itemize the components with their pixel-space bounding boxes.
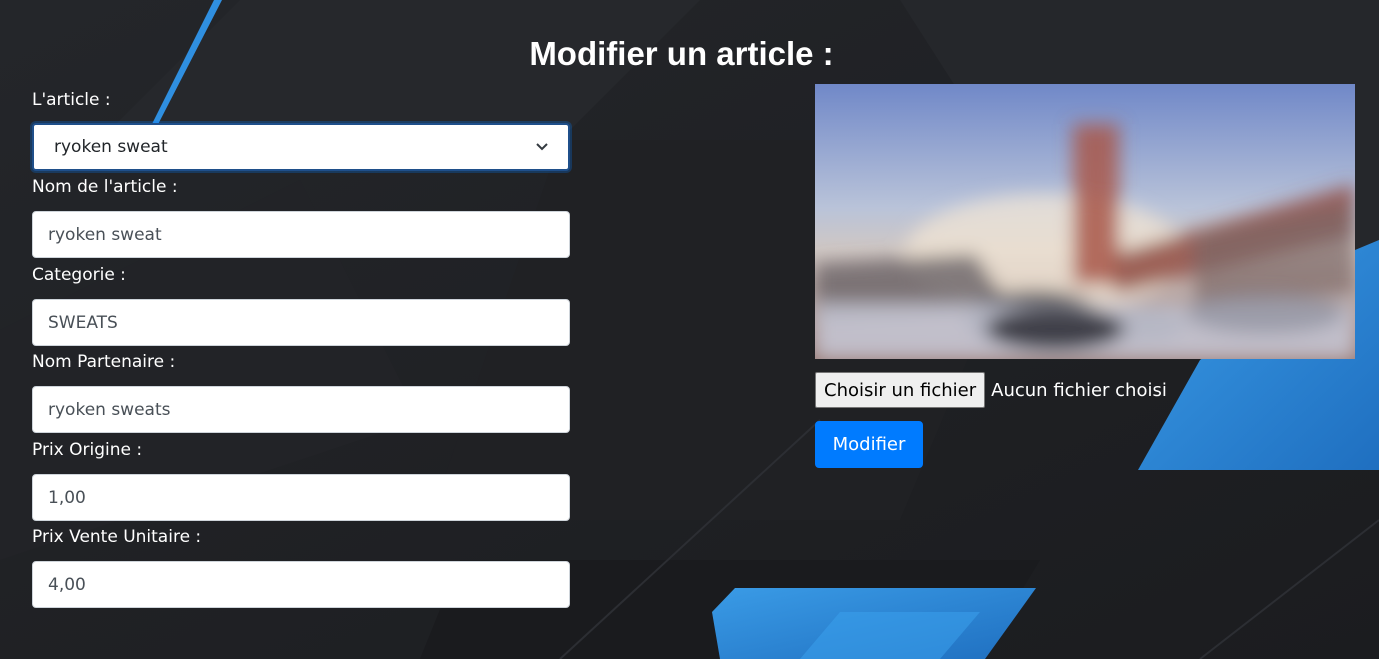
file-status-text: Aucun fichier choisi <box>991 379 1167 401</box>
origin-price-label: Prix Origine : <box>32 440 143 460</box>
page-title: Modifier un article : <box>529 35 834 72</box>
article-select[interactable]: ryoken sweat <box>32 123 570 171</box>
article-select-label: L'article : <box>32 90 111 110</box>
partner-name-input[interactable]: ryoken sweats <box>32 386 570 433</box>
article-select-value: ryoken sweat <box>54 137 168 157</box>
choose-file-button[interactable]: Choisir un fichier <box>815 372 986 408</box>
chevron-down-icon <box>536 143 548 151</box>
modify-button[interactable]: Modifier <box>815 421 923 468</box>
category-label: Categorie : <box>32 265 126 285</box>
partner-name-label: Nom Partenaire : <box>32 352 176 372</box>
edit-article-page: Modifier un article : L'article : ryoken… <box>0 0 1379 659</box>
unit-price-label: Prix Vente Unitaire : <box>32 527 202 547</box>
file-upload: Choisir un fichier Aucun fichier choisi <box>815 372 1167 408</box>
unit-price-input[interactable]: 4,00 <box>32 561 570 608</box>
article-name-label: Nom de l'article : <box>32 177 178 197</box>
category-input[interactable]: SWEATS <box>32 299 570 346</box>
article-name-input[interactable]: ryoken sweat <box>32 211 570 258</box>
article-image-preview <box>815 84 1355 359</box>
origin-price-input[interactable]: 1,00 <box>32 474 570 521</box>
